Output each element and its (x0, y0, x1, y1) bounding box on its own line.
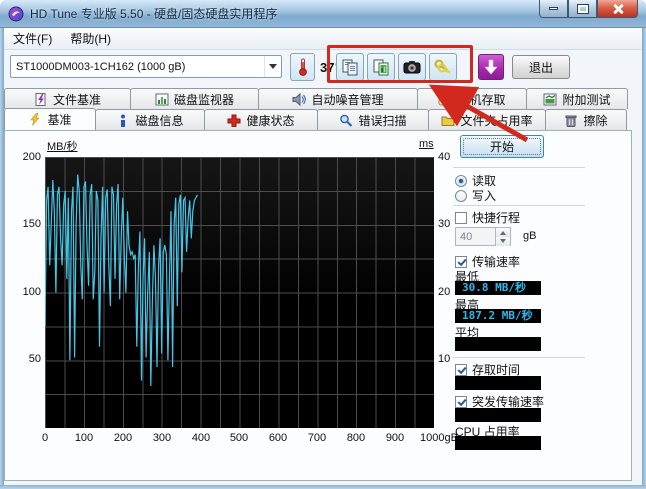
lightning-icon (28, 113, 42, 126)
access-time-value-box (455, 376, 541, 390)
benchmark-controls: 开始 读取 写入 快捷行程 (451, 131, 591, 482)
right-axis-unit: ms (419, 138, 434, 150)
menu-help[interactable]: 帮助(H) (61, 27, 120, 50)
start-button-label: 开始 (490, 138, 514, 155)
disk-monitor-icon (155, 93, 169, 106)
tab-label: 健康状态 (246, 112, 294, 129)
tab-label: 自动噪音管理 (311, 91, 383, 108)
shortstroke-label: 快捷行程 (472, 209, 520, 226)
menu-file[interactable]: 文件(F) (4, 27, 61, 50)
write-radio-row[interactable]: 写入 (455, 187, 496, 204)
tab-random-access[interactable]: 随机存取 (417, 88, 527, 109)
tab-benchmark[interactable]: 基准 (4, 108, 96, 130)
maximize-icon (578, 5, 588, 13)
file-benchmark-icon (34, 93, 48, 106)
left-ytick: 200 (7, 151, 41, 163)
health-cross-icon (227, 114, 241, 127)
tab-label: 文件夹占用率 (460, 112, 532, 129)
hdtune-logo-icon (8, 6, 24, 22)
tab-health[interactable]: 健康状态 (204, 109, 318, 130)
tab-acoustic-management[interactable]: 自动噪音管理 (258, 88, 418, 109)
tab-label: 随机存取 (457, 91, 505, 108)
start-button[interactable]: 开始 (460, 135, 544, 158)
tab-strip-secondary: 文件基准 磁盘监视器 自动噪音管理 (4, 88, 632, 109)
left-ytick: 50 (7, 353, 41, 365)
title-bar[interactable]: HD Tune 专业版 5.50 - 硬盘/固态硬盘实用程序 (0, 0, 646, 28)
min-value-box: 30.8 MB/秒 (455, 281, 541, 295)
speaker-icon (292, 93, 306, 106)
drive-select-value: ST1000DM003-1CH162 (1000 gB) (11, 61, 264, 73)
shortstroke-size-input[interactable] (456, 228, 495, 245)
burst-rate-checkbox[interactable] (455, 396, 467, 408)
drive-select[interactable]: ST1000DM003-1CH162 (1000 gB) (10, 55, 282, 78)
transfer-label: 传输速率 (472, 253, 520, 270)
tab-strip-primary: 基准 磁盘信息 健康状态 错误扫描 (4, 109, 632, 130)
tab-error-scan[interactable]: 错误扫描 (317, 109, 429, 130)
tab-label: 磁盘信息 (135, 112, 183, 129)
spinner-unit-label: gB (523, 230, 536, 242)
left-ytick: 100 (7, 286, 41, 298)
tab-label: 基准 (47, 111, 71, 128)
folder-icon (441, 114, 455, 127)
tab-label: 擦除 (583, 112, 607, 129)
tab-extra-tests[interactable]: 附加测试 (526, 88, 628, 109)
left-axis-unit: MB/秒 (47, 138, 78, 154)
thermometer-icon (297, 57, 309, 77)
minimize-icon (549, 7, 558, 10)
tab-folder-usage[interactable]: 文件夹占用率 (428, 109, 546, 130)
spinner-down-icon[interactable] (496, 237, 510, 246)
write-radio[interactable] (455, 190, 467, 202)
chevron-down-icon[interactable] (264, 56, 281, 77)
benchmark-plot (45, 157, 434, 428)
temperature-button[interactable] (290, 53, 315, 81)
save-results-button[interactable] (478, 54, 504, 80)
app-window: HD Tune 专业版 5.50 - 硬盘/固态硬盘实用程序 文件(F) 帮助(… (0, 0, 646, 489)
tab-erase[interactable]: 擦除 (545, 109, 627, 130)
tab-disk-info[interactable]: 磁盘信息 (95, 109, 205, 130)
window-title: HD Tune 专业版 5.50 - 硬盘/固态硬盘实用程序 (30, 5, 277, 22)
cpu-usage-value-box (455, 436, 541, 450)
read-radio[interactable] (455, 175, 467, 187)
toolbar: ST1000DM003-1CH162 (1000 gB) 37℃ (4, 50, 642, 88)
exit-button-label: 退出 (529, 59, 553, 76)
tab-label: 附加测试 (562, 91, 610, 108)
trash-icon (564, 114, 578, 127)
shortstroke-row[interactable]: 快捷行程 (455, 209, 520, 226)
write-radio-label: 写入 (472, 187, 496, 204)
close-icon (612, 3, 624, 15)
spinner-up-icon[interactable] (496, 228, 510, 237)
transfer-checkbox[interactable] (455, 256, 467, 268)
tab-label: 磁盘监视器 (174, 91, 234, 108)
exit-button[interactable]: 退出 (512, 55, 570, 79)
highlight-rectangle (327, 45, 473, 83)
shortstroke-checkbox[interactable] (455, 212, 467, 224)
benchmark-line (45, 175, 198, 386)
window-border-right (642, 28, 646, 489)
close-button[interactable] (597, 0, 638, 18)
avg-value-box (455, 337, 541, 351)
dice-icon (438, 93, 452, 106)
max-value-box: 187.2 MB/秒 (455, 309, 541, 323)
magnifier-icon (339, 114, 353, 127)
window-border-bottom (0, 485, 646, 489)
client-area: 文件(F) 帮助(H) ST1000DM003-1CH162 (1000 gB)… (4, 28, 642, 485)
extra-tests-icon (543, 93, 557, 106)
benchmark-line-svg (45, 157, 434, 428)
access-time-checkbox[interactable] (455, 364, 467, 376)
info-icon (116, 114, 130, 127)
minimize-button[interactable] (539, 0, 568, 18)
burst-rate-value-box (455, 408, 541, 422)
benchmark-page: MB/秒 ms 200 150 100 50 40 30 20 10 0 100… (4, 130, 632, 481)
menu-bar: 文件(F) 帮助(H) (4, 28, 642, 50)
tab-file-benchmark[interactable]: 文件基准 (4, 88, 131, 109)
maximize-button[interactable] (568, 0, 597, 18)
download-arrow-icon (484, 59, 498, 75)
tab-label: 错误扫描 (358, 112, 406, 129)
left-ytick: 150 (7, 218, 41, 230)
shortstroke-spinner[interactable] (455, 227, 511, 246)
tab-disk-monitor[interactable]: 磁盘监视器 (130, 88, 259, 109)
tab-label: 文件基准 (53, 91, 101, 108)
